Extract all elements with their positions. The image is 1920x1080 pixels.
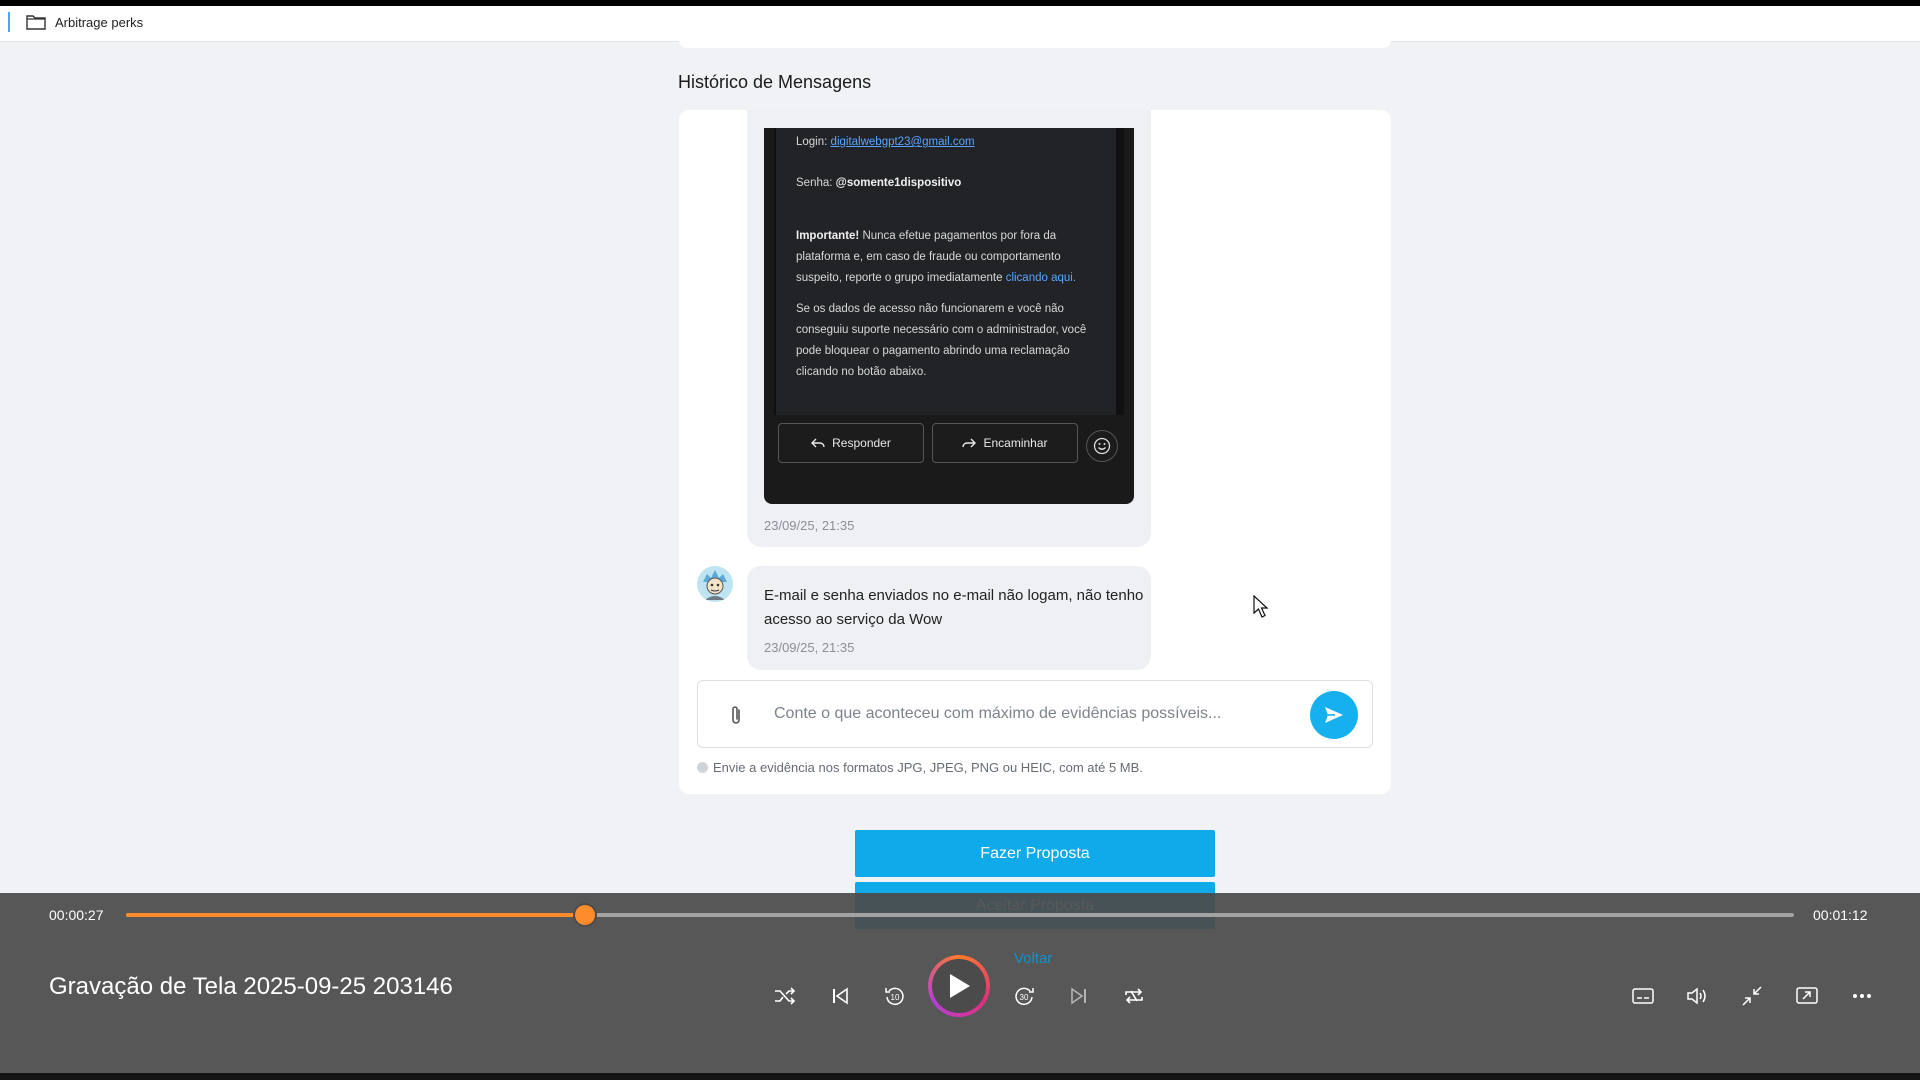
svg-text:30: 30 [1020,993,1029,1002]
shuffle-icon[interactable] [768,979,802,1013]
screenshot-reply-button: Responder [778,423,924,463]
screenshot-access-paragraph: Se os dados de acesso não funcionarem e … [796,303,1087,378]
forward-icon [962,438,977,448]
screenshot-important-paragraph: Importante! Nunca efetue pagamentos por … [796,230,1077,284]
next-icon[interactable] [1062,979,1096,1013]
message-history-card: Login: digitalwebgpt23@gmail.com Senha: … [679,110,1391,794]
previous-icon[interactable] [823,979,857,1013]
message-timestamp: 23/09/25, 21:35 [764,640,855,655]
play-button[interactable] [928,955,990,1017]
forward-30-icon[interactable]: 30 [1007,979,1041,1013]
screenshot-email-body: Login: digitalwebgpt23@gmail.com Senha: … [774,128,1124,415]
screenshot-forward-button: Encaminhar [932,423,1078,463]
minimize-icon[interactable] [1735,979,1769,1013]
mouse-cursor-icon [1253,595,1269,618]
send-button[interactable] [1310,691,1358,739]
message-bubble-image: Login: digitalwebgpt23@gmail.com Senha: … [747,110,1151,547]
message-text: E-mail e senha enviados no e-mail não lo… [764,587,1144,628]
repeat-icon[interactable] [1117,979,1151,1013]
message-timestamp: 23/09/25, 21:35 [764,518,855,533]
play-icon [932,959,986,1013]
window-bottom-edge [0,1073,1920,1080]
previous-card-edge [679,36,1391,48]
more-icon[interactable] [1845,979,1879,1013]
media-player-controls: 00:00:27 00:01:12 Voltar Gravação de Tel… [0,893,1920,1073]
email-screenshot-image[interactable]: Login: digitalwebgpt23@gmail.com Senha: … [764,128,1134,504]
svg-text:10: 10 [891,993,900,1002]
rewind-10-icon[interactable]: 10 [878,979,912,1013]
breadcrumb-accent [8,12,10,32]
reply-icon [811,438,825,448]
info-icon [697,762,708,773]
total-time: 00:01:12 [1813,907,1868,923]
send-icon [1325,707,1343,723]
section-title: Histórico de Mensagens [678,72,872,92]
folder-label[interactable]: Arbitrage perks [55,15,143,30]
cast-icon[interactable] [1790,979,1824,1013]
message-bubble-text: E-mail e senha enviados no e-mail não lo… [747,566,1151,670]
smile-icon [1086,430,1118,462]
paperclip-icon[interactable] [728,704,744,726]
avatar [697,566,733,602]
message-input[interactable] [774,699,1294,729]
back-link[interactable]: Voltar [1014,950,1052,967]
current-time: 00:00:27 [49,907,104,923]
seek-bar-progress [126,913,585,917]
seek-thumb[interactable] [574,905,595,925]
volume-icon[interactable] [1680,979,1714,1013]
make-offer-button[interactable]: Fazer Proposta [855,830,1215,877]
seek-bar[interactable] [126,905,1794,925]
upload-hint: Envie a evidência nos formatos JPG, JPEG… [697,760,1143,775]
screenshot-password-line: Senha: @somente1dispositivo [796,177,962,189]
folder-icon [26,15,46,30]
subtitles-icon[interactable] [1626,979,1660,1013]
message-composer [697,680,1373,748]
media-title: Gravação de Tela 2025-09-25 203146 [49,973,453,1000]
screenshot-login-line: Login: digitalwebgpt23@gmail.com [796,136,975,148]
